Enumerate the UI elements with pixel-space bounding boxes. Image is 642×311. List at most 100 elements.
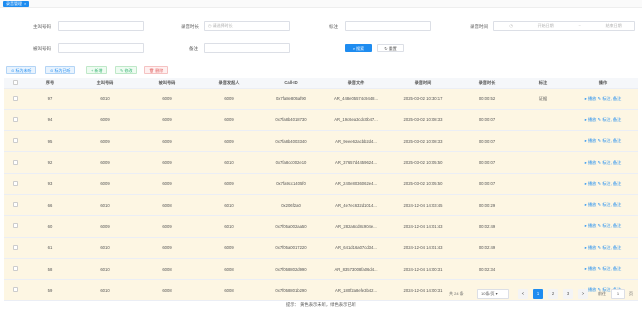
duration-select[interactable]: ◷ 请选择时长 xyxy=(204,21,290,31)
note-link[interactable]: 备注 xyxy=(613,202,621,207)
mark-heard-button[interactable]: ⊙ 标为已听 xyxy=(45,66,76,74)
cell-callee: 6009 xyxy=(136,109,198,132)
note-input[interactable] xyxy=(204,43,290,53)
play-link[interactable]: ▸ 播放 xyxy=(585,223,597,228)
note-link[interactable]: 备注 xyxy=(613,96,621,101)
caller-input[interactable] xyxy=(58,21,144,31)
page-size-select[interactable]: 10条/页 ▾ xyxy=(477,289,509,299)
cell-callee: 6009 xyxy=(136,215,198,238)
page-1[interactable]: 1 xyxy=(533,289,543,299)
cell-file: AR_37657d4459624... xyxy=(322,151,390,174)
note-link[interactable]: 备注 xyxy=(613,245,621,250)
next-page-button[interactable]: > xyxy=(578,289,588,299)
col-callee: 被叫号码 xyxy=(136,78,198,89)
note-link[interactable]: 备注 xyxy=(613,181,621,186)
note-link[interactable]: 备注 xyxy=(613,223,621,228)
cell-callid: 0x7fa8b4003340 xyxy=(260,130,322,153)
note-link[interactable]: 备注 xyxy=(613,266,621,271)
row-checkbox[interactable] xyxy=(4,215,26,238)
mark-link[interactable]: ✎ 标注, xyxy=(598,160,613,165)
cell-caller: 6009 xyxy=(74,215,136,238)
cell-callee: 6008 xyxy=(136,279,198,302)
cell-file: AR_448e05574c9448... xyxy=(322,88,390,110)
select-all-checkbox[interactable] xyxy=(4,78,26,89)
play-link[interactable]: ▸ 播放 xyxy=(585,266,597,271)
cell-caller: 6009 xyxy=(74,130,136,153)
tab-bar: 录音管理 × xyxy=(0,0,642,8)
cell-time: 2024-12-04 14:01:43 xyxy=(390,237,456,259)
table-row: 92 6009 6009 6010 0x7fa8cc002e10 AR_37657d445… xyxy=(4,151,638,174)
col-remark: 标注 xyxy=(518,78,568,89)
cell-time: 2025-03-02 10:30:17 xyxy=(390,88,456,110)
row-checkbox[interactable] xyxy=(4,88,26,110)
cell-no: 93 xyxy=(26,173,74,195)
row-checkbox[interactable] xyxy=(4,237,26,259)
play-link[interactable]: ▸ 播放 xyxy=(585,96,597,101)
row-checkbox[interactable] xyxy=(4,109,26,132)
note-link[interactable]: 备注 xyxy=(613,117,621,122)
cell-callee: 6009 xyxy=(136,88,198,110)
mark-link[interactable]: ✎ 标注, xyxy=(598,117,613,122)
delete-button[interactable]: 🗑 删除 xyxy=(144,66,169,74)
cell-initiator: 6010 xyxy=(198,215,260,238)
close-icon[interactable]: × xyxy=(24,1,26,7)
play-link[interactable]: ▸ 播放 xyxy=(585,160,597,165)
goto-page-input[interactable]: 1 xyxy=(611,289,625,299)
cell-file: AR_240e8036062e4... xyxy=(322,173,390,195)
remark-input[interactable] xyxy=(345,21,431,31)
play-link[interactable]: ▸ 播放 xyxy=(585,138,597,143)
note-link[interactable]: 备注 xyxy=(613,138,621,143)
row-checkbox[interactable] xyxy=(4,130,26,153)
mark-link[interactable]: ✎ 标注, xyxy=(598,266,613,271)
cell-no: 60 xyxy=(26,215,74,238)
cell-operation: ▸ 播放 ✎ 标注, 备注 xyxy=(568,215,638,238)
add-button[interactable]: + 新增 xyxy=(86,66,108,74)
cell-caller: 6009 xyxy=(74,151,136,174)
row-checkbox[interactable] xyxy=(4,173,26,195)
page-2[interactable]: 2 xyxy=(548,289,558,299)
row-checkbox[interactable] xyxy=(4,258,26,281)
time-range-picker[interactable]: ◷ 开始日期 ~ 结束日期 xyxy=(493,21,635,31)
row-checkbox[interactable] xyxy=(4,151,26,174)
play-link[interactable]: ▸ 播放 xyxy=(585,245,597,250)
cell-file: AR_83573008fa06d4... xyxy=(322,258,390,281)
cell-file: AR_9eee62acbb2d4... xyxy=(322,130,390,153)
cell-callee: 6009 xyxy=(136,151,198,174)
tab-recording-management[interactable]: 录音管理 × xyxy=(3,1,30,7)
play-link[interactable]: ▸ 播放 xyxy=(585,181,597,186)
row-checkbox[interactable] xyxy=(4,194,26,217)
prev-page-button[interactable]: < xyxy=(518,289,528,299)
table-header: 序号 主叫号码 被叫号码 录音发起人 Call-ID 录音文件 录音时间 录音时… xyxy=(4,78,638,89)
cell-time: 2025-03-02 10:05:50 xyxy=(390,151,456,174)
play-link[interactable]: ▸ 播放 xyxy=(585,202,597,207)
cell-initiator: 6009 xyxy=(198,88,260,110)
cell-operation: ▸ 播放 ✎ 标注, 备注 xyxy=(568,237,638,259)
page-unit-label: 页 xyxy=(629,291,633,296)
edit-button[interactable]: ✎ 修改 xyxy=(115,66,138,74)
cell-no: 61 xyxy=(26,237,74,259)
page-3[interactable]: 3 xyxy=(563,289,573,299)
note-link[interactable]: 备注 xyxy=(613,160,621,165)
mark-unheard-button[interactable]: ⊙ 标为未听 xyxy=(6,66,37,74)
callee-input[interactable] xyxy=(58,43,144,53)
mark-link[interactable]: ✎ 标注, xyxy=(598,245,613,250)
mark-link[interactable]: ✎ 标注, xyxy=(598,181,613,186)
cell-callid: 0x7f058802d990 xyxy=(260,258,322,281)
mark-link[interactable]: ✎ 标注, xyxy=(598,96,613,101)
cell-caller: 6010 xyxy=(74,279,136,302)
search-button[interactable]: ⌕ 搜索 xyxy=(345,44,372,52)
mark-link[interactable]: ✎ 标注, xyxy=(598,223,613,228)
mark-link[interactable]: ✎ 标注, xyxy=(598,138,613,143)
mark-link[interactable]: ✎ 标注, xyxy=(598,202,613,207)
total-count: 共 24 条 xyxy=(449,291,464,296)
row-checkbox[interactable] xyxy=(4,279,26,302)
reset-button[interactable]: ↻ 重置 xyxy=(377,44,404,52)
col-time: 录音时间 xyxy=(390,78,456,89)
cell-initiator: 6010 xyxy=(198,151,260,174)
cell-time: 2024-12-04 14:01:43 xyxy=(390,215,456,238)
cell-duration: 00:00:29 xyxy=(456,194,518,217)
cell-remark xyxy=(518,215,568,238)
cell-callee: 6009 xyxy=(136,173,198,195)
play-link[interactable]: ▸ 播放 xyxy=(585,117,597,122)
cell-initiator: 6009 xyxy=(198,109,260,132)
